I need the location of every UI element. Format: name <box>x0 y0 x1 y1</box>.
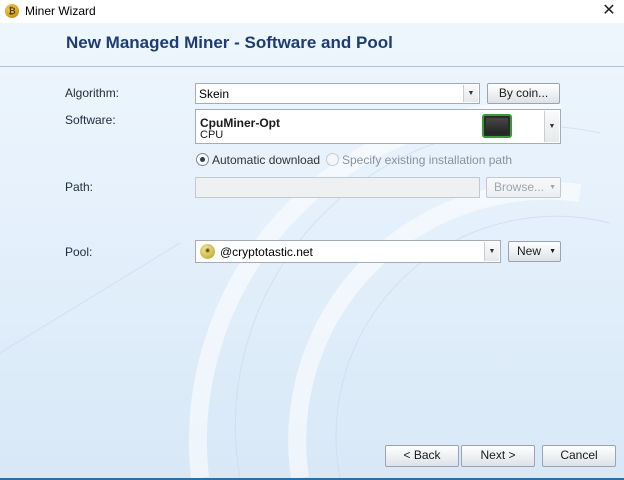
software-device: CPU <box>200 129 224 141</box>
back-button[interactable]: < Back <box>385 445 459 467</box>
next-button[interactable]: Next > <box>461 445 535 467</box>
bitcoin-coin-icon: ₿ <box>5 4 19 18</box>
pool-coin-icon: ◉ <box>200 244 215 259</box>
by-coin-button[interactable]: By coin... <box>487 83 560 104</box>
browse-button[interactable]: Browse... ▼ <box>486 177 561 198</box>
pool-value: @cryptotastic.net <box>220 245 313 259</box>
chevron-down-icon[interactable]: ▼ <box>463 85 478 102</box>
algorithm-dropdown[interactable]: Skein ▼ <box>195 83 480 104</box>
title-bar: ₿ Miner Wizard ✕ <box>0 0 624 23</box>
algorithm-value: Skein <box>199 87 230 101</box>
window-title: Miner Wizard <box>25 4 96 18</box>
close-button[interactable]: ✕ <box>594 0 624 23</box>
automatic-download-radio[interactable] <box>196 153 209 166</box>
specify-path-radio[interactable] <box>326 153 339 166</box>
browse-label: Browse... <box>494 180 545 194</box>
path-input[interactable] <box>195 177 480 198</box>
algorithm-label: Algorithm: <box>65 86 120 100</box>
specify-path-label[interactable]: Specify existing installation path <box>342 153 512 167</box>
cancel-button[interactable]: Cancel <box>542 445 616 467</box>
pool-dropdown[interactable]: ◉ @cryptotastic.net ▼ <box>195 240 501 263</box>
new-pool-label: New <box>517 244 542 258</box>
software-label: Software: <box>65 113 116 127</box>
wizard-content: New Managed Miner - Software and Pool Al… <box>0 23 624 478</box>
header-divider <box>0 66 624 67</box>
cpu-chip-icon <box>482 114 512 138</box>
chevron-down-icon: ▼ <box>549 184 556 191</box>
new-pool-button[interactable]: New ▼ <box>508 241 561 262</box>
automatic-download-label[interactable]: Automatic download <box>212 153 320 167</box>
page-title: New Managed Miner - Software and Pool <box>66 33 393 52</box>
path-label: Path: <box>65 180 94 194</box>
software-name: CpuMiner-Opt <box>200 116 280 130</box>
chevron-down-icon: ▼ <box>549 248 556 255</box>
pool-label: Pool: <box>65 245 93 259</box>
software-dropdown[interactable]: CpuMiner-Opt CPU ▼ <box>195 109 561 144</box>
chevron-down-icon[interactable]: ▼ <box>544 111 559 142</box>
chevron-down-icon[interactable]: ▼ <box>484 242 499 261</box>
